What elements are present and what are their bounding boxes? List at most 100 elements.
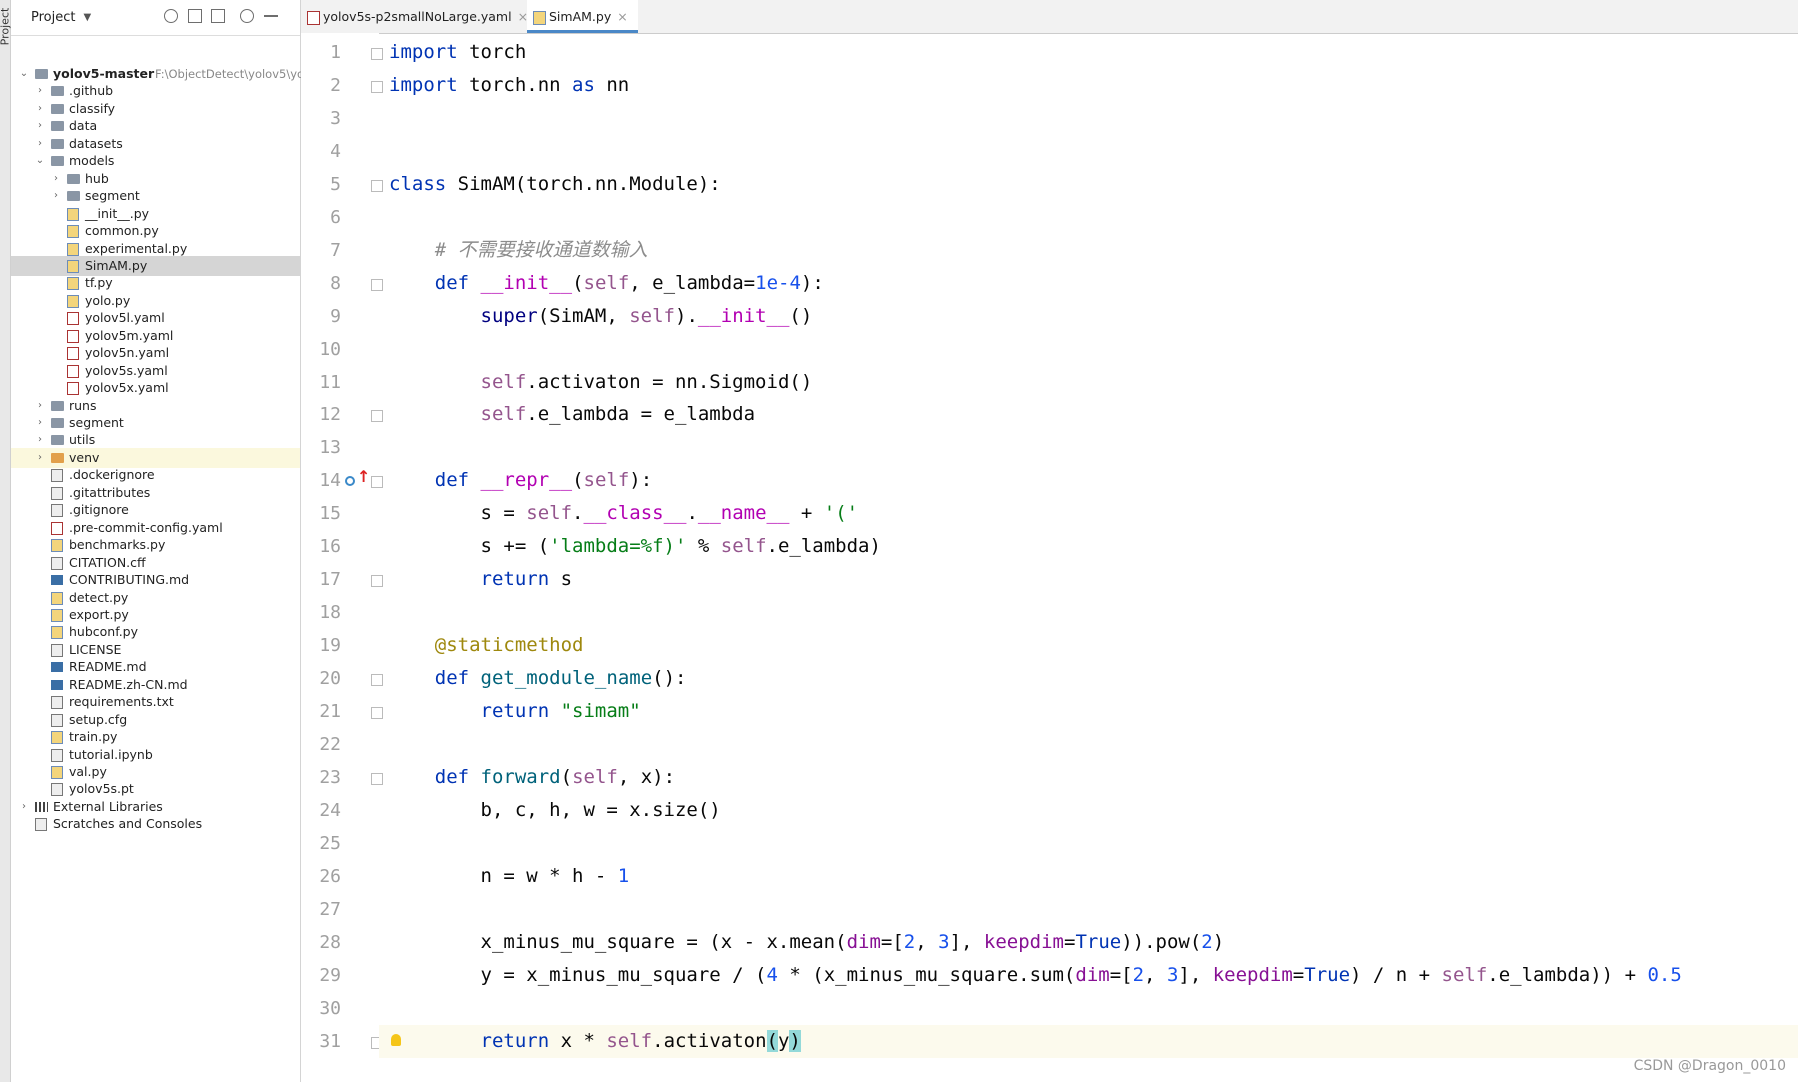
code-token: .e_lambda = e_lambda [526,403,756,426]
code-token: self [583,271,630,294]
line-number[interactable]: 14 [301,470,341,491]
text-file-icon [51,469,63,483]
line-number[interactable]: 2 [301,75,341,96]
code-line[interactable]: b, c, h, w = x.size() [389,794,721,827]
line-number[interactable]: 3 [301,108,341,129]
overrides-method-icon[interactable] [345,476,355,487]
line-number[interactable]: 19 [301,635,341,656]
line-number[interactable]: 12 [301,404,341,425]
line-number[interactable]: 25 [301,833,341,854]
code-token: (SimAM, [537,304,630,327]
code-line[interactable]: def forward(self, x): [389,761,675,794]
code-token: 1 [617,864,630,887]
arrow-up-icon[interactable]: ↑ [357,467,370,486]
line-number[interactable]: 23 [301,767,341,788]
line-number[interactable]: 11 [301,372,341,393]
yaml-file-icon [67,329,79,343]
code-token: __name__ [697,502,790,525]
code-line[interactable]: n = w * h - 1 [389,860,630,893]
code-token: s [549,568,573,591]
line-number[interactable]: 24 [301,800,341,821]
editor-gutter[interactable]: 1 2 3 4 5 6 7 8 9 10 11 12 13 14 ↑ 15 16 17 18 19 20 21 22 23 24… [301,33,383,1082]
editor-tab[interactable]: SimAM.py × [527,0,638,33]
line-number[interactable]: 16 [301,536,341,557]
line-number[interactable]: 10 [301,339,341,360]
code-token: x_minus_mu_square = (x - x.mean( [389,930,847,953]
yaml-file-icon [51,521,63,535]
python-file-icon [67,242,79,256]
code-line[interactable]: y = x_minus_mu_square / (4 * (x_minus_mu… [389,959,1682,992]
code-token: nn [594,73,630,96]
line-number[interactable]: 28 [301,932,341,953]
code-token: 4 [766,963,778,986]
code-line[interactable]: import torch [389,36,526,69]
code-token: = [1292,963,1305,986]
code-token: ). [675,304,698,327]
line-number[interactable]: 5 [301,174,341,195]
line-number[interactable]: 29 [301,965,341,986]
code-line[interactable]: self.activaton = nn.Sigmoid() [389,366,813,399]
code-line[interactable]: # 不需要接收通道数输入 [389,234,648,267]
side-tool-stripe[interactable]: Project [0,0,11,1082]
code-token: b, c, h, w = x.size() [389,798,721,821]
code-token: * (x_minus_mu_square.sum( [777,963,1076,986]
line-number[interactable]: 8 [301,273,341,294]
code-editor[interactable]: import torch import torch.nn as nn class S… [379,33,1798,1082]
code-token: y = x_minus_mu_square / ( [389,963,767,986]
code-line[interactable]: import torch.nn as nn [389,69,629,102]
code-token: self [720,535,767,558]
line-number[interactable]: 6 [301,207,341,228]
line-number[interactable]: 27 [301,899,341,920]
code-token: keepdim [1212,963,1293,986]
close-icon[interactable]: × [617,9,627,24]
watermark: CSDN @Dragon_0010 [1633,1058,1786,1074]
collapse-all-icon[interactable] [211,9,225,23]
line-number[interactable]: 7 [301,240,341,261]
line-number[interactable]: 9 [301,306,341,327]
code-token: __class__ [583,502,687,525]
project-panel-title[interactable]: Project [31,10,75,25]
code-token: def [434,469,470,492]
code-token: return [480,568,550,591]
locate-icon[interactable] [164,9,178,23]
line-number[interactable]: 15 [301,503,341,524]
code-line[interactable]: return "simam" [389,695,641,728]
tree-item[interactable]: Scratches and Consoles [11,814,300,834]
code-line[interactable]: class SimAM(torch.nn.Module): [389,168,721,201]
code-line[interactable]: self.e_lambda = e_lambda [389,398,756,431]
yaml-file-icon [67,382,79,396]
line-number[interactable]: 20 [301,668,341,689]
gear-icon[interactable] [240,9,254,23]
code-line[interactable]: @staticmethod [389,629,584,662]
project-stripe-label[interactable]: Project [0,8,11,46]
hide-panel-icon[interactable] [264,15,278,17]
line-number[interactable]: 26 [301,866,341,887]
line-number[interactable]: 17 [301,569,341,590]
code-token: torch [457,41,527,63]
chevron-down-icon[interactable]: ▼ [83,12,91,23]
code-token: ) [1212,930,1225,953]
line-number[interactable]: 30 [301,998,341,1019]
line-number[interactable]: 1 [301,42,341,63]
expand-all-icon[interactable] [188,9,202,23]
editor-tab[interactable]: yolov5s-p2smallNoLarge.yaml × [301,0,538,33]
folder-icon [51,418,64,428]
code-line[interactable]: def get_module_name(): [389,662,687,695]
line-number[interactable]: 22 [301,734,341,755]
line-number[interactable]: 4 [301,141,341,162]
code-line[interactable]: x_minus_mu_square = (x - x.mean(dim=[2, … [389,926,1225,959]
line-number[interactable]: 31 [301,1031,341,1052]
code-line[interactable]: super(SimAM, self).__init__() [389,300,813,333]
code-line[interactable]: return s [389,563,573,596]
code-line[interactable]: def __init__(self, e_lambda=1e-4): [389,267,824,300]
code-line[interactable]: s = self.__class__.__name__ + '(' [389,497,859,530]
code-line[interactable]: return x * self.activaton(y) [389,1025,801,1058]
python-file-icon [533,11,546,25]
line-number[interactable]: 21 [301,701,341,722]
line-number[interactable]: 13 [301,437,341,458]
line-number[interactable]: 18 [301,602,341,623]
code-line[interactable]: s += ('lambda=%f)' % self.e_lambda) [389,530,881,563]
code-line[interactable]: def __repr__(self): [389,464,652,497]
